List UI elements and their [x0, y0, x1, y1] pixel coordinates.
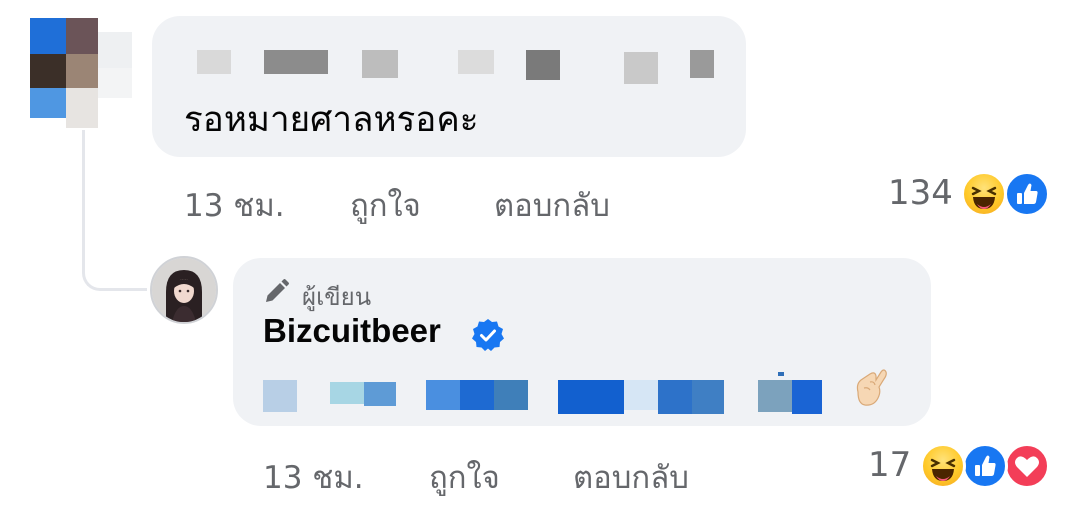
avatar-pixel	[30, 54, 66, 88]
avatar-pixel	[66, 54, 98, 88]
censored-name-block	[264, 50, 328, 74]
author-badge-label: ผู้เขียน	[302, 283, 372, 311]
censored-name-block	[362, 50, 398, 78]
like-reaction-icon	[1004, 171, 1050, 217]
avatar-pixel	[98, 68, 132, 98]
censored-text-block	[426, 380, 460, 410]
verified-badge-icon	[472, 319, 504, 351]
censored-text-block	[624, 380, 658, 410]
censored-text-block	[494, 380, 528, 410]
comment-timestamp[interactable]: 13 ชม.	[184, 180, 285, 230]
censored-text-block	[792, 380, 822, 414]
censored-text-block	[364, 382, 396, 406]
like-button[interactable]: ถูกใจ	[350, 180, 421, 230]
censored-text-block	[558, 380, 624, 414]
reply-author-name[interactable]: Bizcuitbeer	[263, 312, 441, 350]
finger-heart-emoji	[856, 369, 887, 406]
comment-author-avatar[interactable]	[30, 18, 132, 130]
avatar-pixel	[30, 18, 66, 54]
reply-author-avatar[interactable]	[150, 256, 218, 324]
censored-text-block	[658, 380, 692, 414]
reply-reply-button[interactable]: ตอบกลับ	[573, 452, 689, 502]
censored-name-block	[690, 50, 714, 78]
reaction-count[interactable]: 134	[888, 173, 953, 213]
reply-reaction-count[interactable]: 17	[868, 445, 911, 485]
avatar-pixel	[66, 88, 98, 128]
reply-button[interactable]: ตอบกลับ	[494, 180, 610, 230]
haha-reaction-icon	[920, 443, 966, 489]
love-reaction-icon	[1004, 443, 1050, 489]
reply-actions: 13 ชม. ถูกใจ ตอบกลับ	[263, 452, 763, 496]
comment-actions: 13 ชม. ถูกใจ ตอบกลับ	[184, 180, 684, 224]
pencil-icon	[266, 279, 289, 302]
censored-name-block	[624, 52, 658, 84]
censored-text-block	[460, 380, 494, 410]
censored-name-block	[458, 50, 494, 74]
censored-text-block	[758, 380, 792, 412]
avatar-pixel	[30, 88, 66, 118]
censored-text-block	[263, 380, 297, 412]
reply-like-button[interactable]: ถูกใจ	[429, 452, 500, 502]
avatar-pixel	[66, 18, 98, 54]
censored-text-block	[778, 372, 784, 376]
reply-thread-connector	[82, 130, 147, 291]
comment-text: รอหมายศาลหรอคะ	[184, 100, 479, 140]
censored-text-block	[692, 380, 724, 414]
like-reaction-icon	[962, 443, 1008, 489]
censored-name-block	[197, 50, 231, 74]
avatar-pixel	[98, 32, 132, 68]
reply-timestamp[interactable]: 13 ชม.	[263, 452, 364, 502]
censored-name-block	[526, 50, 560, 80]
censored-text-block	[330, 382, 364, 404]
haha-reaction-icon	[961, 171, 1007, 217]
